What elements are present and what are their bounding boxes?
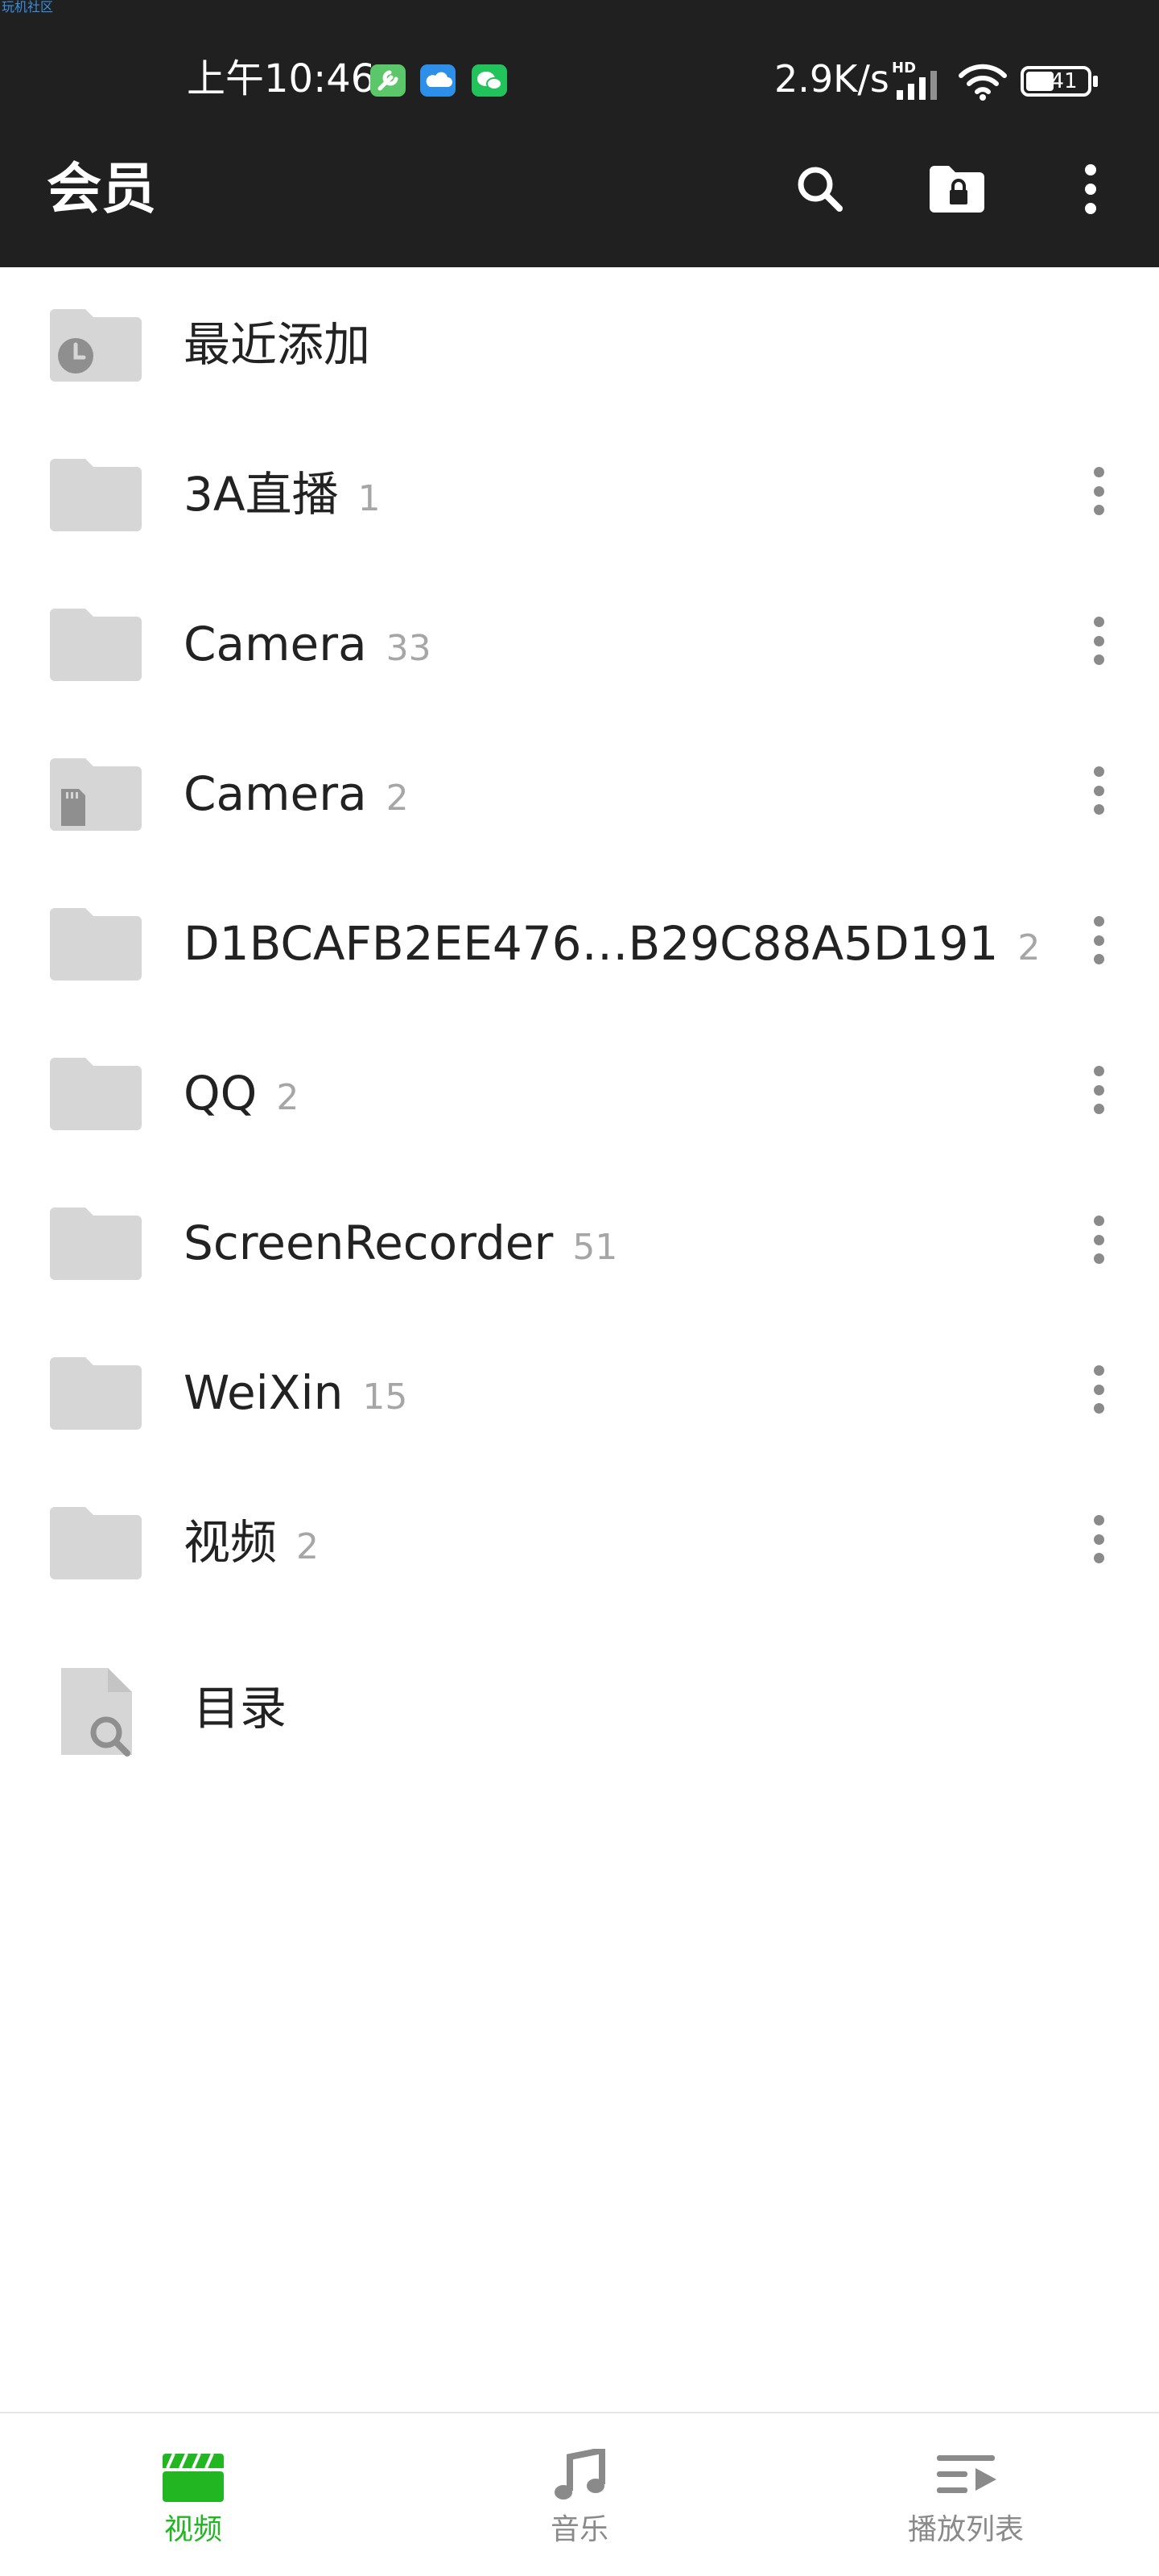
- clapperboard-icon: [163, 2453, 224, 2502]
- private-folder-button[interactable]: [922, 155, 992, 224]
- more-vertical-icon[interactable]: [1079, 1357, 1119, 1422]
- search-button[interactable]: [786, 155, 855, 224]
- page-title: 会员: [47, 158, 157, 221]
- video-count: 2: [386, 778, 409, 819]
- folder-icon: [50, 609, 142, 681]
- wifi-icon: [959, 64, 1007, 101]
- list-item[interactable]: WeiXin 15: [0, 1315, 1159, 1465]
- more-vertical-icon[interactable]: [1079, 1208, 1119, 1272]
- music-note-icon: [555, 2449, 605, 2500]
- network-speed: 2.9K/s: [774, 57, 889, 101]
- sd-card-folder-icon: [50, 758, 142, 831]
- list-item[interactable]: 视频 2: [0, 1465, 1159, 1615]
- more-vertical-icon: [1085, 164, 1096, 214]
- more-vertical-icon[interactable]: [1079, 609, 1119, 673]
- folder-icon: [50, 908, 142, 980]
- more-vertical-icon[interactable]: [1079, 908, 1119, 972]
- tab-music[interactable]: 音乐: [386, 2413, 773, 2576]
- folder-name: Camera: [184, 617, 367, 671]
- folder-lock-icon: [930, 166, 984, 213]
- signal-icon: [897, 71, 937, 100]
- more-vertical-icon[interactable]: [1079, 1058, 1119, 1122]
- folder-name: ScreenRecorder: [184, 1216, 554, 1270]
- tab-video[interactable]: 视频: [0, 2413, 386, 2576]
- directory-label: 目录: [193, 1681, 287, 1736]
- overflow-menu-button[interactable]: [1056, 155, 1125, 224]
- tab-label: 播放列表: [907, 2513, 1024, 2546]
- tab-label: 视频: [163, 2513, 222, 2546]
- folder-name: WeiXin: [184, 1365, 344, 1420]
- folder-icon: [50, 1208, 142, 1280]
- directory-item[interactable]: 目录: [0, 1636, 1159, 1785]
- video-player-folder-screen: 玩机社区 上午10:46 2.9K/s HD 41 会员 最近添加 3A直播 1…: [0, 0, 1159, 2576]
- folder-name: 最近添加: [184, 317, 371, 372]
- folder-icon: [50, 1357, 142, 1430]
- list-item[interactable]: ScreenRecorder 51: [0, 1166, 1159, 1315]
- battery-percent: 41: [1050, 69, 1078, 93]
- folder-name: 视频: [184, 1515, 278, 1570]
- list-item[interactable]: 3A直播 1: [0, 417, 1159, 567]
- video-count: 2: [1017, 927, 1041, 968]
- tab-playlist[interactable]: 播放列表: [773, 2413, 1159, 2576]
- video-count: 2: [296, 1526, 320, 1567]
- video-count: 51: [572, 1227, 618, 1268]
- list-item[interactable]: D1BCAFB2EE476…B29C88A5D191 2: [0, 866, 1159, 1016]
- list-item[interactable]: Camera 2: [0, 716, 1159, 866]
- folder-name: QQ: [184, 1066, 258, 1121]
- recent-folder-icon: [50, 309, 142, 382]
- wechat-app-icon: [472, 64, 507, 97]
- search-icon: [798, 167, 843, 212]
- folder-name: 3A直播: [184, 467, 339, 522]
- playlist-icon: [937, 2455, 996, 2493]
- folder-icon: [50, 1058, 142, 1130]
- folder-name: Camera: [184, 766, 367, 821]
- cloud-app-icon: [420, 64, 456, 97]
- list-item[interactable]: QQ 2: [0, 1016, 1159, 1166]
- video-count: 33: [386, 628, 431, 669]
- more-vertical-icon[interactable]: [1079, 1507, 1119, 1571]
- file-search-icon: [61, 1668, 132, 1757]
- status-bar: 上午10:46 2.9K/s HD 41: [0, 48, 1159, 113]
- folder-icon: [50, 459, 142, 531]
- bottom-nav: 视频 音乐 播放列表: [0, 2412, 1159, 2576]
- battery-indicator: 41: [1021, 66, 1098, 97]
- watermark-text: 玩机社区: [2, 0, 54, 14]
- tab-label: 音乐: [550, 2513, 608, 2546]
- list-item[interactable]: Camera 33: [0, 567, 1159, 716]
- video-count: 2: [276, 1077, 299, 1118]
- folder-name: D1BCAFB2EE476…B29C88A5D191: [184, 916, 999, 971]
- more-vertical-icon[interactable]: [1079, 758, 1119, 823]
- video-count: 1: [357, 478, 381, 519]
- top-bar: 玩机社区 上午10:46 2.9K/s HD 41 会员: [0, 0, 1159, 267]
- list-item[interactable]: 最近添加: [0, 267, 1159, 417]
- status-time: 上午10:46: [187, 56, 376, 101]
- app-bar: 会员: [0, 137, 1159, 242]
- tool-app-icon: [370, 64, 406, 97]
- folder-icon: [50, 1507, 142, 1579]
- video-count: 15: [362, 1377, 408, 1418]
- more-vertical-icon[interactable]: [1079, 459, 1119, 523]
